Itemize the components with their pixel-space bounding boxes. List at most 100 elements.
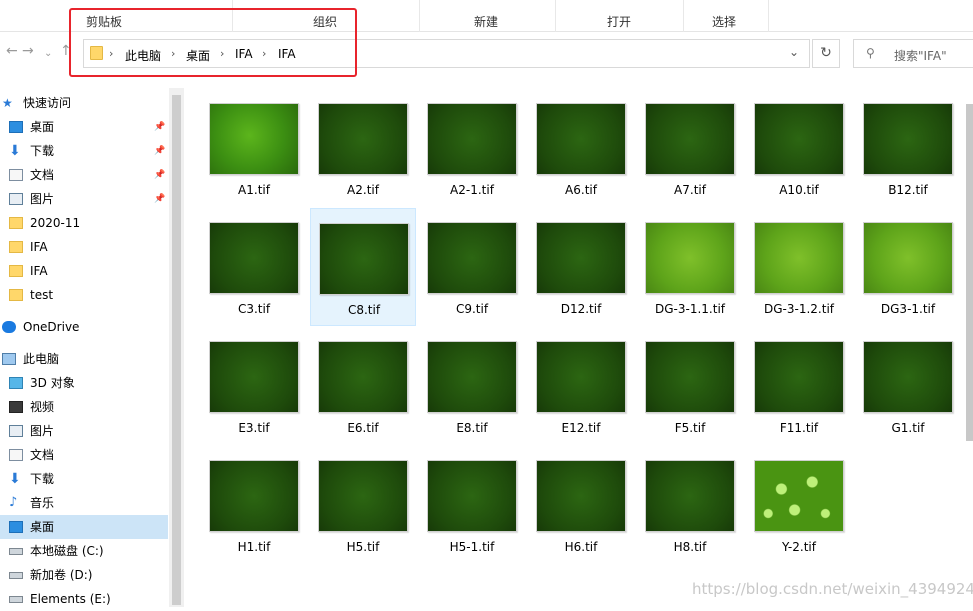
ribbon-divider <box>555 0 556 32</box>
picture-icon <box>9 425 23 437</box>
ribbon-group-new: 新建 <box>474 15 499 29</box>
nav-item[interactable]: 桌面 📌 <box>0 115 168 139</box>
content-scrollbar-thumb[interactable] <box>966 104 973 441</box>
cube-icon <box>9 377 23 389</box>
file-tile[interactable]: A7.tif <box>637 89 743 207</box>
star-icon: ★ <box>2 96 13 110</box>
file-tile[interactable]: A6.tif <box>528 89 634 207</box>
nav-item[interactable]: test <box>0 283 168 307</box>
file-tile[interactable]: E12.tif <box>528 327 634 445</box>
file-tile[interactable]: F5.tif <box>637 327 743 445</box>
file-tile[interactable]: DG-3-1.1.tif <box>637 208 743 326</box>
image-thumbnail <box>209 460 299 532</box>
file-tile[interactable]: D12.tif <box>528 208 634 326</box>
nav-item-label: 音乐 <box>30 496 55 510</box>
file-tile[interactable]: C8.tif <box>310 208 416 326</box>
nav-item-label: 桌面 <box>30 120 55 134</box>
nav-item[interactable]: 视频 <box>0 395 168 419</box>
file-name: Y-2.tif <box>782 540 816 554</box>
music-icon: ♪ <box>9 495 18 510</box>
file-tile[interactable]: A1.tif <box>201 89 307 207</box>
ribbon-divider <box>419 0 420 32</box>
file-tile[interactable]: C9.tif <box>419 208 525 326</box>
nav-scrollbar-thumb[interactable] <box>172 95 181 605</box>
nav-item-label: 3D 对象 <box>30 376 75 390</box>
folder-icon <box>9 289 23 301</box>
file-name: F5.tif <box>674 421 706 435</box>
file-grid: A1.tif A2.tif A2-1.tif A6.tif A7.tif A10.tif B… <box>187 88 963 607</box>
file-tile[interactable]: E8.tif <box>419 327 525 445</box>
nav-item-label: 文档 <box>30 448 55 462</box>
nav-item[interactable]: ♪ 音乐 <box>0 491 168 515</box>
nav-item[interactable]: ⬇ 下载 📌 <box>0 139 168 163</box>
nav-item[interactable]: 文档 📌 <box>0 163 168 187</box>
pin-icon: 📌 <box>154 122 166 132</box>
highlight-annotation-box <box>69 8 357 77</box>
back-arrow-icon[interactable]: ← <box>6 44 18 58</box>
nav-item[interactable]: ★ 快速访问 <box>0 91 168 115</box>
desktop-icon <box>9 521 23 533</box>
file-tile[interactable]: A2.tif <box>310 89 416 207</box>
file-tile[interactable]: Y-2.tif <box>746 446 852 564</box>
nav-item-label: 视频 <box>30 400 55 414</box>
nav-item[interactable]: 新加卷 (D:) <box>0 563 168 587</box>
file-name: H1.tif <box>237 540 271 554</box>
file-tile[interactable]: A2-1.tif <box>419 89 525 207</box>
nav-item-label: 下载 <box>30 472 55 486</box>
file-tile[interactable]: B12.tif <box>855 89 961 207</box>
search-box[interactable]: ⚲ 搜索"IFA" <box>853 39 973 68</box>
search-icon: ⚲ <box>866 46 875 60</box>
folder-icon <box>9 217 23 229</box>
refresh-button[interactable]: ↻ <box>812 39 840 68</box>
nav-item[interactable]: 2020-11 <box>0 211 168 235</box>
file-tile[interactable]: F11.tif <box>746 327 852 445</box>
file-tile[interactable]: H1.tif <box>201 446 307 564</box>
nav-item[interactable]: 3D 对象 <box>0 371 168 395</box>
file-tile[interactable]: H5-1.tif <box>419 446 525 564</box>
file-name: H8.tif <box>673 540 707 554</box>
file-name: H5.tif <box>346 540 380 554</box>
nav-item[interactable]: OneDrive <box>0 315 168 339</box>
drive-icon <box>9 572 23 579</box>
recent-chevron-down-icon[interactable]: ⌄ <box>44 47 52 61</box>
nav-item[interactable]: 图片 <box>0 419 168 443</box>
cloud-icon <box>2 321 16 333</box>
nav-item[interactable]: 此电脑 <box>0 347 168 371</box>
nav-item[interactable]: 图片 📌 <box>0 187 168 211</box>
image-thumbnail <box>427 103 517 175</box>
file-name: A2-1.tif <box>450 183 494 197</box>
nav-item[interactable]: IFA <box>0 259 168 283</box>
nav-item[interactable]: Elements (E:) <box>0 587 168 611</box>
image-thumbnail <box>319 223 409 295</box>
file-tile[interactable]: A10.tif <box>746 89 852 207</box>
forward-arrow-icon[interactable]: → <box>22 44 34 58</box>
file-tile[interactable]: H8.tif <box>637 446 743 564</box>
file-tile[interactable]: H6.tif <box>528 446 634 564</box>
image-thumbnail <box>209 222 299 294</box>
nav-item-label: 下载 <box>30 144 55 158</box>
file-tile[interactable]: C3.tif <box>201 208 307 326</box>
file-tile[interactable]: G1.tif <box>855 327 961 445</box>
nav-item[interactable]: 文档 <box>0 443 168 467</box>
nav-item-label: 快速访问 <box>23 96 72 110</box>
file-tile[interactable]: E6.tif <box>310 327 416 445</box>
pin-icon: 📌 <box>154 146 166 156</box>
document-icon <box>9 169 23 181</box>
nav-item[interactable]: 桌面 <box>0 515 168 539</box>
drive-icon <box>9 596 23 603</box>
pin-icon: 📌 <box>154 194 166 204</box>
nav-item[interactable]: IFA <box>0 235 168 259</box>
image-thumbnail <box>754 103 844 175</box>
image-thumbnail <box>645 103 735 175</box>
image-thumbnail <box>645 460 735 532</box>
nav-item-label: 本地磁盘 (C:) <box>30 544 104 558</box>
file-tile[interactable]: H5.tif <box>310 446 416 564</box>
nav-item[interactable]: 本地磁盘 (C:) <box>0 539 168 563</box>
nav-item[interactable]: ⬇ 下载 <box>0 467 168 491</box>
file-tile[interactable]: E3.tif <box>201 327 307 445</box>
file-name: E3.tif <box>238 421 270 435</box>
address-history-chevron-down-icon[interactable]: ⌄ <box>789 45 799 59</box>
image-thumbnail <box>318 460 408 532</box>
file-tile[interactable]: DG3-1.tif <box>855 208 961 326</box>
file-tile[interactable]: DG-3-1.2.tif <box>746 208 852 326</box>
